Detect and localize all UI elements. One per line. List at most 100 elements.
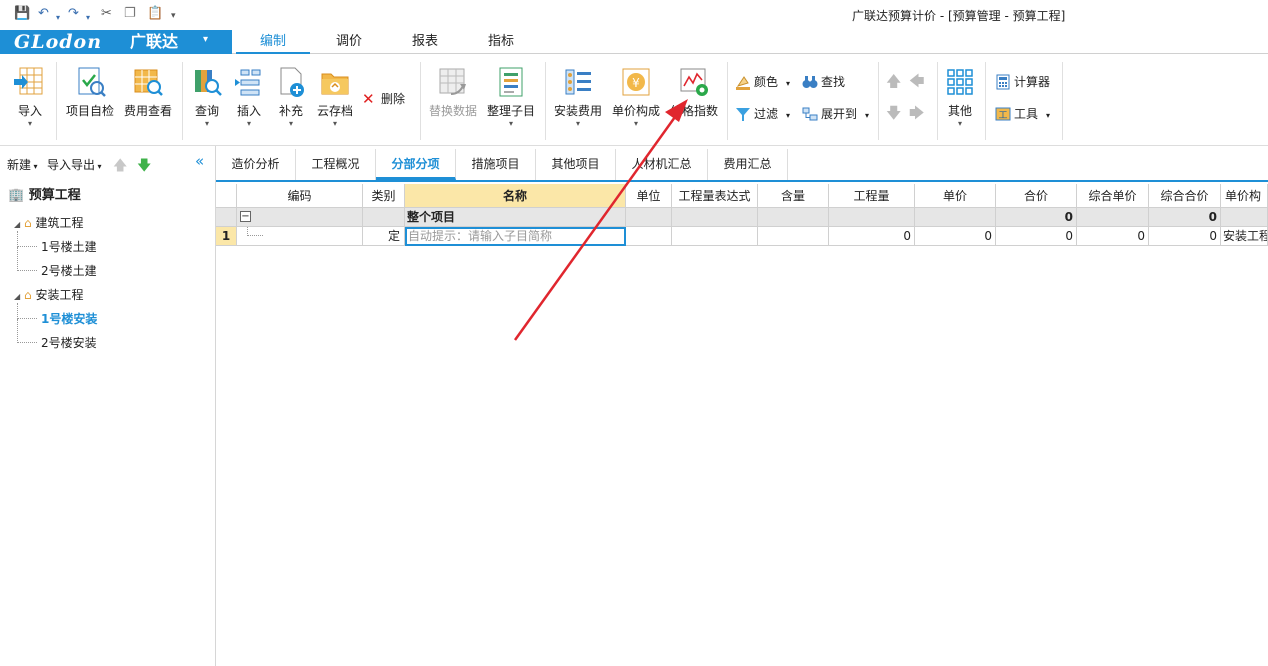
calculator-button[interactable]: 计算器 <box>995 74 1050 90</box>
arrow-down-icon[interactable]: 🡇 <box>137 155 151 179</box>
install-fee-button[interactable]: 安装费用 ▾ <box>551 66 605 129</box>
table-cell[interactable] <box>829 208 915 227</box>
import-export-button[interactable]: 导入导出 ▾ <box>47 156 102 173</box>
table-cell[interactable] <box>758 227 829 246</box>
column-header[interactable]: 类别 <box>363 184 405 208</box>
column-header[interactable]: 综合单价 <box>1077 184 1149 208</box>
replace-data-button[interactable]: 替换数据 <box>426 66 480 119</box>
tab-items[interactable]: 分部分项 <box>376 149 456 180</box>
column-header[interactable]: 含量 <box>758 184 829 208</box>
column-header[interactable]: 单价构 <box>1221 184 1268 208</box>
move-up-icon[interactable]: 🡅 <box>886 73 901 89</box>
name-input[interactable]: 自动提示：请输入子目简称 <box>405 227 626 246</box>
tab-overview[interactable]: 工程概况 <box>296 149 376 180</box>
save-icon[interactable]: 💾 <box>14 7 30 21</box>
brand-logo[interactable]: GLodon 广联达 ▾ <box>0 30 232 54</box>
table-cell[interactable] <box>363 208 405 227</box>
column-header[interactable]: 编码 <box>237 184 363 208</box>
calculator-label: 计算器 <box>1014 75 1051 89</box>
supplement-button[interactable]: 补充 ▾ <box>272 66 310 129</box>
column-header[interactable]: 工程量 <box>829 184 915 208</box>
tab-adjust[interactable]: 调价 <box>318 30 380 54</box>
column-header[interactable]: 单价 <box>915 184 996 208</box>
grid-icon <box>944 66 976 98</box>
tree-item-selected[interactable]: 1号楼安装 <box>41 311 97 327</box>
customize-icon[interactable]: ▾ <box>171 9 176 23</box>
table-cell[interactable]: 0 <box>1077 227 1149 246</box>
self-check-button[interactable]: 项目自检 <box>62 66 118 119</box>
cloud-archive-button[interactable]: 云存档 ▾ <box>314 66 356 129</box>
color-button[interactable]: 颜色 ▾ <box>735 74 790 90</box>
move-left-icon[interactable]: 🡄 <box>909 73 925 89</box>
tree-item[interactable]: 2号楼安装 <box>41 335 97 351</box>
column-header[interactable]: 工程量表达式 <box>672 184 758 208</box>
column-header[interactable]: 综合合价 <box>1149 184 1221 208</box>
table-cell[interactable]: 0 <box>1149 227 1221 246</box>
arrow-up-icon[interactable]: 🡅 <box>113 155 127 179</box>
table-cell[interactable]: 定 <box>363 227 405 246</box>
redo-icon[interactable]: ↷ <box>68 7 79 21</box>
tree-item[interactable]: 1号楼土建 <box>41 239 97 255</box>
table-cell[interactable]: 0 <box>829 227 915 246</box>
unit-price-composition-button[interactable]: ¥ 单价构成 ▾ <box>609 66 663 129</box>
tab-other-items[interactable]: 其他项目 <box>536 149 616 180</box>
table-cell[interactable] <box>626 227 672 246</box>
filter-button[interactable]: 过滤 ▾ <box>735 106 790 122</box>
tools-icon: 工 <box>995 106 1011 122</box>
column-header[interactable]: 合价 <box>996 184 1077 208</box>
cut-icon[interactable]: ✂ <box>101 7 112 21</box>
move-right-icon[interactable]: 🡆 <box>909 105 925 121</box>
paste-icon[interactable]: 📋 <box>147 7 163 21</box>
query-button[interactable]: 查询 ▾ <box>188 66 226 129</box>
row-header <box>216 208 237 227</box>
import-button[interactable]: 导入 ▾ <box>10 66 50 129</box>
tab-cost-analysis[interactable]: 造价分析 <box>216 149 296 180</box>
column-header[interactable]: 名称 <box>405 184 626 208</box>
table-cell[interactable]: 整个项目 <box>405 208 626 227</box>
find-button[interactable]: 查找 <box>802 74 845 90</box>
table-cell[interactable] <box>915 208 996 227</box>
table-cell[interactable]: 0 <box>1149 208 1221 227</box>
table-cell[interactable]: 0 <box>915 227 996 246</box>
delete-button[interactable]: ✕ 删除 <box>362 91 405 107</box>
table-cell[interactable] <box>1221 208 1268 227</box>
fee-view-button[interactable]: 费用查看 <box>120 66 176 119</box>
table-cell[interactable]: 0 <box>996 227 1077 246</box>
row-index[interactable]: 1 <box>216 227 237 246</box>
new-button[interactable]: 新建 ▾ <box>7 156 38 173</box>
table-cell[interactable] <box>626 208 672 227</box>
tab-report[interactable]: 报表 <box>394 30 456 54</box>
tree-root[interactable]: 🏢 预算工程 <box>8 188 81 204</box>
table-cell[interactable] <box>672 227 758 246</box>
table-cell[interactable] <box>237 227 363 246</box>
price-index-button[interactable]: 价格指数 <box>667 66 721 119</box>
expand-to-button[interactable]: 展开到 ▾ <box>802 106 869 122</box>
table-cell[interactable]: 0 <box>996 208 1077 227</box>
other-button[interactable]: 其他 ▾ <box>943 66 977 129</box>
move-down-icon[interactable]: 🡇 <box>886 105 901 121</box>
table-cell[interactable] <box>1077 208 1149 227</box>
tools-button[interactable]: 工工具 ▾ <box>995 106 1050 122</box>
redo-dropdown-icon[interactable]: ▾ <box>86 11 90 25</box>
tab-fee-summary[interactable]: 费用汇总 <box>708 149 788 180</box>
tab-labor-material[interactable]: 人材机汇总 <box>616 149 708 180</box>
insert-button[interactable]: 插入 ▾ <box>230 66 268 129</box>
tree-item[interactable]: 2号楼土建 <box>41 263 97 279</box>
collapse-toggle-icon[interactable]: − <box>240 211 251 222</box>
tab-measures[interactable]: 措施项目 <box>456 149 536 180</box>
table-cell[interactable] <box>672 208 758 227</box>
tab-edit[interactable]: 编制 <box>236 30 310 54</box>
column-header[interactable]: 单位 <box>626 184 672 208</box>
organize-items-button[interactable]: 整理子目 ▾ <box>484 66 538 129</box>
price-index-icon <box>678 66 710 98</box>
table-cell[interactable] <box>758 208 829 227</box>
undo-icon[interactable]: ↶ <box>38 7 49 21</box>
collapse-panel-icon[interactable]: « <box>195 152 204 170</box>
fee-view-icon <box>132 66 164 98</box>
undo-dropdown-icon[interactable]: ▾ <box>56 11 60 25</box>
copy-icon[interactable]: ❐ <box>124 7 136 21</box>
table-cell[interactable]: − <box>237 208 363 227</box>
grid-corner <box>216 184 237 208</box>
table-cell[interactable]: 安装工程 <box>1221 227 1268 246</box>
tab-indicator[interactable]: 指标 <box>470 30 532 54</box>
